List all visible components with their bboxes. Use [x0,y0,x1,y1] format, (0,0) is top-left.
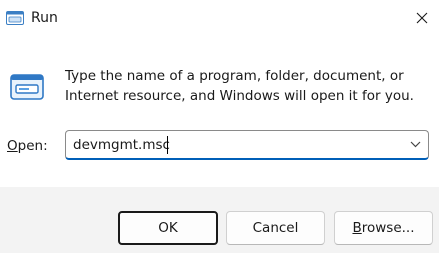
run-dialog-icon [6,11,24,25]
run-icon [10,74,44,100]
browse-button[interactable]: Browse... [334,211,433,245]
open-label: Open: [7,136,48,156]
open-label-text: pen: [17,138,48,154]
browse-accelerator: B [352,220,362,236]
run-dialog: Run Type the name of a program, folder, … [0,0,439,253]
text-caret [167,136,168,154]
close-button[interactable] [404,0,439,36]
window-title: Run [31,10,58,26]
chevron-down-icon [410,141,420,148]
ok-button[interactable]: OK [118,211,218,245]
title-bar: Run [0,0,439,36]
open-combobox[interactable] [65,130,429,160]
browse-label: rowse... [361,220,415,236]
open-input[interactable] [66,131,403,158]
dropdown-button[interactable] [402,131,428,158]
open-label-accelerator: O [7,138,18,154]
cancel-button[interactable]: Cancel [226,211,325,245]
description-text: Type the name of a program, folder, docu… [65,68,414,104]
close-icon [416,12,427,24]
